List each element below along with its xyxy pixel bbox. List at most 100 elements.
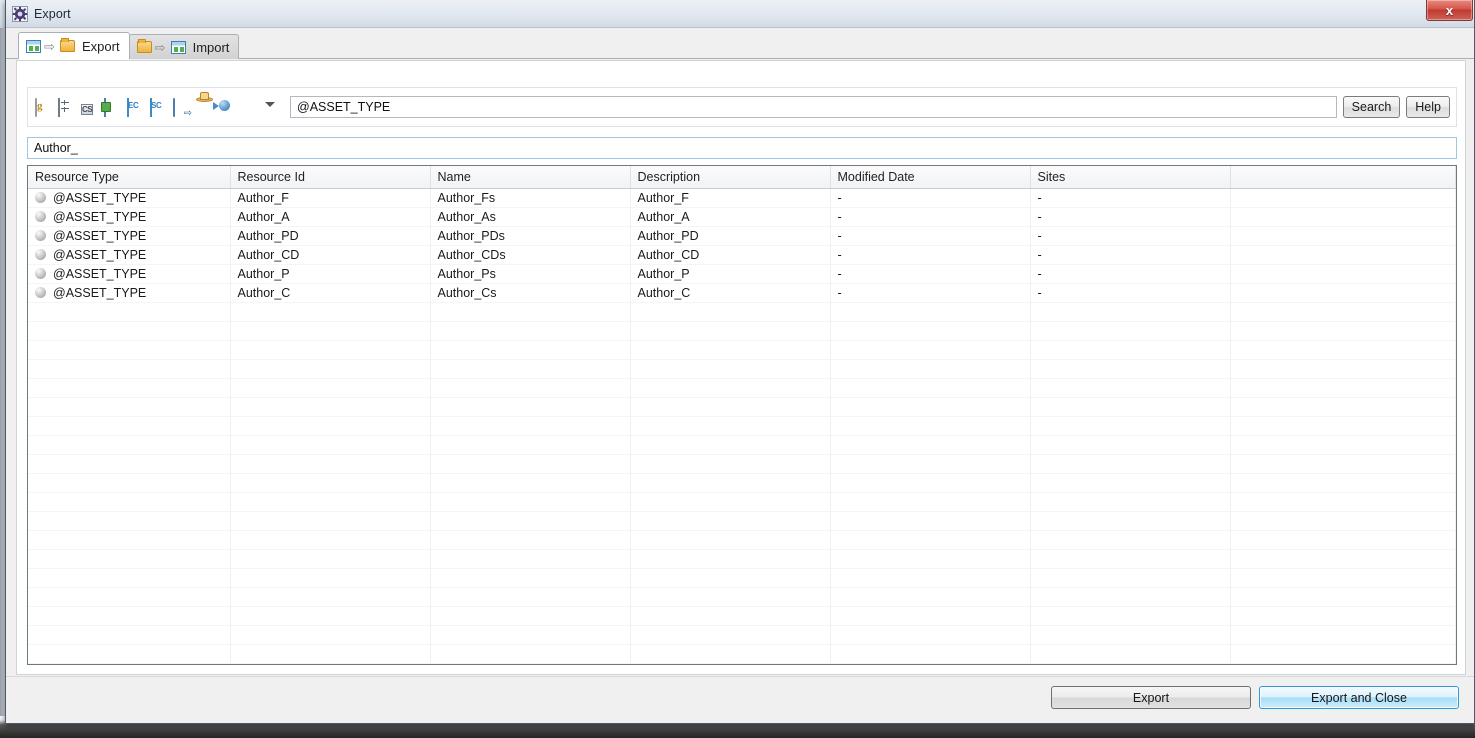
table-row-empty[interactable] [28,397,1456,417]
cell-resource-type: @ASSET_TYPE [28,283,231,303]
cell-empty [830,587,1031,607]
cs-element-icon[interactable]: CS [81,99,98,116]
cell-resource-id: Author_CD [230,245,431,265]
cell-empty [1230,378,1456,398]
window-title: Export [34,6,71,21]
cell-modified-date: - [830,283,1031,303]
cell-empty [230,454,431,474]
sc-element-icon[interactable] [150,97,167,117]
table-row-empty[interactable] [28,606,1456,626]
cell-extra [1230,207,1456,227]
calculator-icon[interactable] [58,97,75,117]
cell-empty [28,416,231,436]
cell-empty [430,606,631,626]
table-row-empty[interactable] [28,435,1456,455]
table-row[interactable]: @ASSET_TYPE Author_C Author_Cs Author_C - - [28,283,1456,303]
cell-sites: - [1030,188,1231,208]
table-row-empty[interactable] [28,568,1456,588]
table-row-empty[interactable] [28,416,1456,436]
cell-empty [28,378,231,398]
results-table[interactable]: Resource Type Resource Id Name Descripti… [27,165,1457,665]
tab-export[interactable]: ⇨ Export [18,32,130,60]
dropdown-caret-icon[interactable] [265,99,282,116]
export-resource-icon[interactable] [173,97,190,117]
table-body: @ASSET_TYPE Author_F Author_Fs Author_F - - @A… [28,188,1456,664]
search-input[interactable] [290,96,1337,118]
cell-empty [830,530,1031,550]
generate-document-icon[interactable] [35,97,52,117]
cell-empty [1230,549,1456,569]
cell-modified-date: - [830,245,1031,265]
table-row[interactable]: @ASSET_TYPE Author_A Author_As Author_A - - [28,207,1456,227]
cell-description: Author_PD [630,226,831,246]
table-row-empty[interactable] [28,359,1456,379]
search-button[interactable]: Search [1342,96,1401,118]
title-bar[interactable]: Export x [6,0,1474,28]
table-row[interactable]: @ASSET_TYPE Author_PD Author_PDs Author_PD -… [28,226,1456,246]
column-header-name[interactable]: Name [430,166,631,189]
tab-export-label: Export [82,38,120,54]
cell-empty [430,302,631,322]
cell-sites: - [1030,226,1231,246]
cell-resource-type: @ASSET_TYPE [28,226,231,246]
column-header-resource-type[interactable]: Resource Type [28,166,231,189]
export-dialog-window: Export x ⇨ Export ⇨ Import CS [5,0,1475,724]
screen-preview-icon[interactable] [104,97,121,117]
column-header-extra[interactable] [1230,166,1456,189]
table-header-row: Resource Type Resource Id Name Descripti… [28,166,1456,189]
table-row-empty[interactable] [28,587,1456,607]
table-row-empty[interactable] [28,454,1456,474]
table-row-empty[interactable] [28,321,1456,341]
cell-empty [28,625,231,645]
table-row[interactable]: @ASSET_TYPE Author_P Author_Ps Author_P - - [28,264,1456,284]
cell-empty [630,321,831,341]
table-row-empty[interactable] [28,530,1456,550]
cell-name: Author_Ps [430,264,631,284]
table-row-empty[interactable] [28,340,1456,360]
filter-input[interactable] [27,137,1457,159]
table-row-empty[interactable] [28,302,1456,322]
cell-empty [28,321,231,341]
column-header-description[interactable]: Description [630,166,831,189]
cell-empty [630,473,831,493]
cell-empty [1030,359,1231,379]
cell-extra [1230,188,1456,208]
table-row-empty[interactable] [28,378,1456,398]
cell-empty [230,473,431,493]
help-button[interactable]: Help [1406,96,1450,118]
cell-modified-date: - [830,207,1031,227]
cell-empty [430,473,631,493]
cell-empty [630,606,831,626]
column-header-modified-date[interactable]: Modified Date [830,166,1031,189]
table-row-empty[interactable] [28,549,1456,569]
cell-empty [630,530,831,550]
table-row-empty[interactable] [28,511,1456,531]
grey-sphere-icon[interactable] [242,99,259,116]
export-button[interactable]: Export [1051,686,1251,709]
column-header-sites[interactable]: Sites [1030,166,1231,189]
table-row-empty[interactable] [28,644,1456,664]
close-button[interactable]: x [1426,0,1473,21]
cell-empty [1030,340,1231,360]
table-row-empty[interactable] [28,473,1456,493]
cell-name: Author_Fs [430,188,631,208]
cell-name: Author_Cs [430,283,631,303]
cell-resource-type-label: @ASSET_TYPE [53,228,147,243]
cell-name: Author_As [430,207,631,227]
cell-empty [630,644,831,664]
cell-empty [1030,378,1231,398]
tab-import[interactable]: ⇨ Import [128,34,240,59]
column-header-resource-id[interactable]: Resource Id [230,166,431,189]
blue-sphere-play-icon[interactable] [219,99,236,116]
cell-empty [1030,397,1231,417]
hat-icon[interactable] [196,99,213,116]
export-and-close-button[interactable]: Export and Close [1259,686,1459,709]
table-row-empty[interactable] [28,625,1456,645]
table-row-empty[interactable] [28,492,1456,512]
ec-element-icon[interactable] [127,97,144,117]
cell-empty [830,625,1031,645]
cell-resource-id: Author_P [230,264,431,284]
table-row[interactable]: @ASSET_TYPE Author_CD Author_CDs Author_CD -… [28,245,1456,265]
cell-empty [1030,568,1231,588]
table-row[interactable]: @ASSET_TYPE Author_F Author_Fs Author_F - - [28,188,1456,208]
